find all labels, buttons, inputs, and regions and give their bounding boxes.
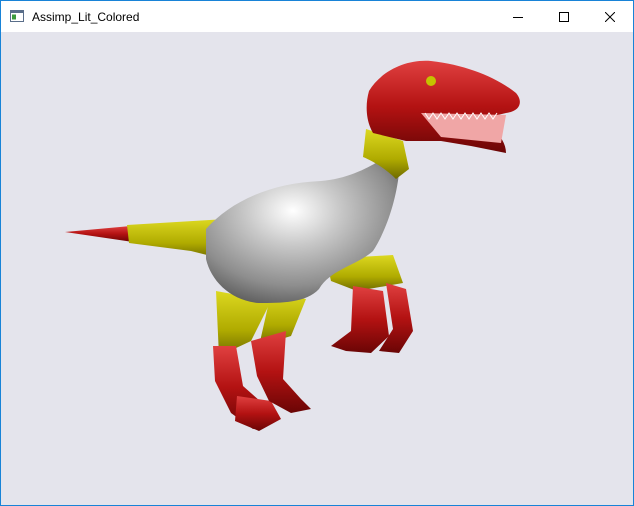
app-window: Assimp_Lit_Colored xyxy=(0,0,634,506)
maximize-button[interactable] xyxy=(541,1,587,32)
raptor-eye xyxy=(426,76,436,86)
minimize-button[interactable] xyxy=(495,1,541,32)
raptor-model xyxy=(65,60,520,431)
tail-tip xyxy=(65,226,133,242)
close-icon xyxy=(605,11,615,22)
close-button[interactable] xyxy=(587,1,633,32)
maximize-icon xyxy=(559,11,569,22)
render-viewport[interactable] xyxy=(1,32,633,505)
window-title: Assimp_Lit_Colored xyxy=(32,10,140,24)
app-icon xyxy=(10,10,24,22)
minimize-icon xyxy=(513,16,523,18)
title-bar[interactable]: Assimp_Lit_Colored xyxy=(1,1,633,32)
arm-claw-left xyxy=(331,286,389,353)
